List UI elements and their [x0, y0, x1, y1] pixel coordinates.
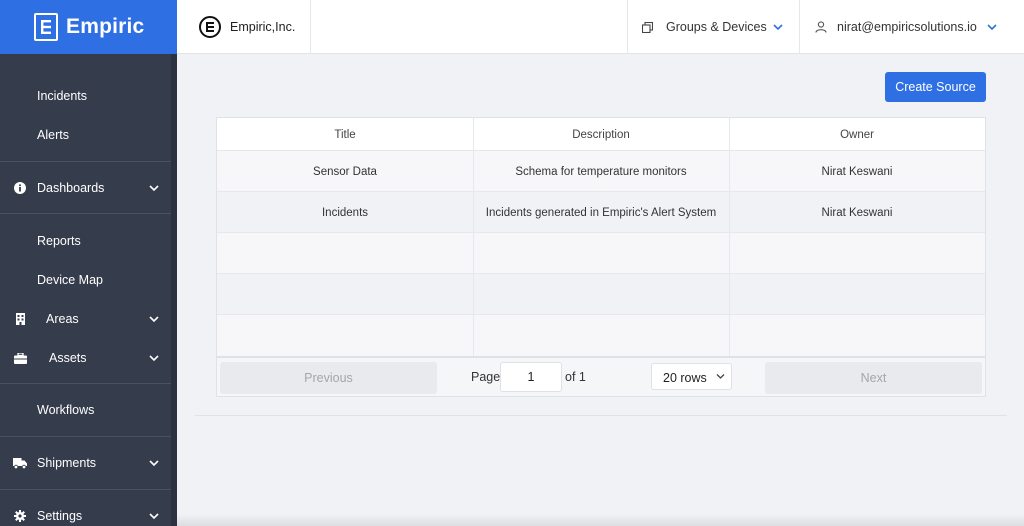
- cell-description: Schema for temperature monitors: [515, 165, 687, 178]
- sidebar-item-label: Settings: [37, 509, 83, 523]
- sidebar-item-alerts[interactable]: Alerts: [0, 124, 177, 146]
- table-row[interactable]: Incidents Incidents generated in Empiric…: [217, 192, 985, 233]
- info-circle-icon: [13, 181, 27, 195]
- empiric-logo-icon: [34, 13, 58, 41]
- org-logo-icon: [199, 16, 221, 38]
- chevron-down-icon[interactable]: [148, 457, 160, 469]
- sidebar-item-settings[interactable]: Settings: [0, 505, 177, 526]
- rows-per-page-select[interactable]: 20 rows: [651, 363, 732, 390]
- user-icon: [815, 21, 827, 33]
- table-row-empty: [217, 274, 985, 315]
- gear-icon: [13, 509, 27, 523]
- chevron-down-icon: [773, 24, 783, 31]
- column-header-owner[interactable]: Owner: [729, 118, 985, 151]
- groups-devices-label: Groups & Devices: [666, 20, 767, 34]
- user-menu[interactable]: nirat@empiricsolutions.io: [800, 0, 1024, 54]
- sidebar-divider: [0, 489, 171, 490]
- chevron-down-icon: [716, 374, 725, 379]
- cell-owner: Nirat Keswani: [821, 206, 893, 219]
- column-divider: [473, 118, 474, 356]
- groups-devices-menu[interactable]: Groups & Devices: [627, 0, 800, 54]
- table-row-empty: [217, 233, 985, 274]
- cell-owner: Nirat Keswani: [821, 165, 893, 178]
- previous-page-button[interactable]: Previous: [220, 362, 437, 394]
- org-name: Empiric,Inc.: [230, 20, 296, 34]
- cell-title: Sensor Data: [313, 165, 377, 178]
- sidebar-item-label: Dashboards: [37, 181, 105, 195]
- content-divider: [195, 415, 1007, 416]
- sidebar-divider: [0, 161, 171, 162]
- chevron-down-icon: [987, 24, 997, 31]
- building-icon: [13, 312, 27, 326]
- column-divider: [729, 118, 730, 356]
- chevron-down-icon[interactable]: [148, 510, 160, 522]
- sidebar-item-assets[interactable]: Assets: [0, 347, 177, 369]
- brand-logo[interactable]: Empiric: [0, 0, 177, 54]
- top-header: Empiric,Inc. Groups & Devices nirat@empi…: [177, 0, 1024, 54]
- sidebar-item-shipments[interactable]: Shipments: [0, 452, 177, 474]
- sidebar-divider: [0, 383, 171, 384]
- sidebar-item-label: Incidents: [37, 89, 88, 103]
- sidebar-item-label: Device Map: [37, 273, 103, 287]
- chevron-down-icon[interactable]: [148, 313, 160, 325]
- table-row-empty: [217, 315, 985, 356]
- sidebar-item-label: Alerts: [37, 128, 69, 142]
- brand-name: Empiric: [66, 15, 145, 38]
- cell-title: Incidents: [321, 206, 369, 219]
- chevron-down-icon[interactable]: [148, 352, 160, 364]
- user-email: nirat@empiricsolutions.io: [837, 20, 977, 34]
- truck-icon: [13, 456, 27, 470]
- sidebar-item-device-map[interactable]: Device Map: [0, 269, 177, 291]
- pagination-bar: Previous Page of 1 20 rows Next: [217, 356, 985, 396]
- briefcase-icon: [13, 351, 27, 365]
- sidebar-item-areas[interactable]: Areas: [0, 308, 177, 330]
- table-row[interactable]: Sensor Data Schema for temperature monit…: [217, 151, 985, 192]
- column-header-title[interactable]: Title: [217, 118, 473, 151]
- sidebar-item-label: Reports: [37, 234, 81, 248]
- sidebar-divider: [0, 436, 171, 437]
- org-switcher[interactable]: Empiric,Inc.: [177, 0, 311, 54]
- next-page-button[interactable]: Next: [765, 362, 982, 394]
- cell-description: Incidents generated in Empiric's Alert S…: [485, 206, 717, 219]
- chevron-down-icon[interactable]: [148, 182, 160, 194]
- create-source-button[interactable]: Create Source: [885, 72, 986, 102]
- table-header: Title Description Owner: [217, 118, 985, 151]
- sidebar-item-label: Shipments: [37, 456, 97, 470]
- rows-per-page-value: 20 rows: [663, 371, 707, 385]
- page-label: Page: [471, 370, 501, 384]
- sidebar-item-reports[interactable]: Reports: [0, 230, 177, 252]
- sidebar: Empiric Incidents Alerts Dashboards Repo…: [0, 0, 177, 526]
- sidebar-item-incidents[interactable]: Incidents: [0, 85, 177, 107]
- sidebar-item-workflows[interactable]: Workflows: [0, 399, 177, 421]
- sidebar-divider: [0, 213, 171, 214]
- window-bottom-edge: [177, 514, 1024, 526]
- sidebar-item-label: Areas: [46, 312, 79, 326]
- column-header-description[interactable]: Description: [473, 118, 729, 151]
- sidebar-item-dashboards[interactable]: Dashboards: [0, 177, 177, 199]
- sidebar-item-label: Assets: [49, 351, 87, 365]
- page-total-label: of 1: [565, 370, 586, 384]
- sources-table: Title Description Owner Sensor Data Sche…: [216, 117, 986, 397]
- copy-icon: [642, 22, 653, 33]
- page-number-input[interactable]: [500, 362, 562, 392]
- sidebar-item-label: Workflows: [37, 403, 95, 417]
